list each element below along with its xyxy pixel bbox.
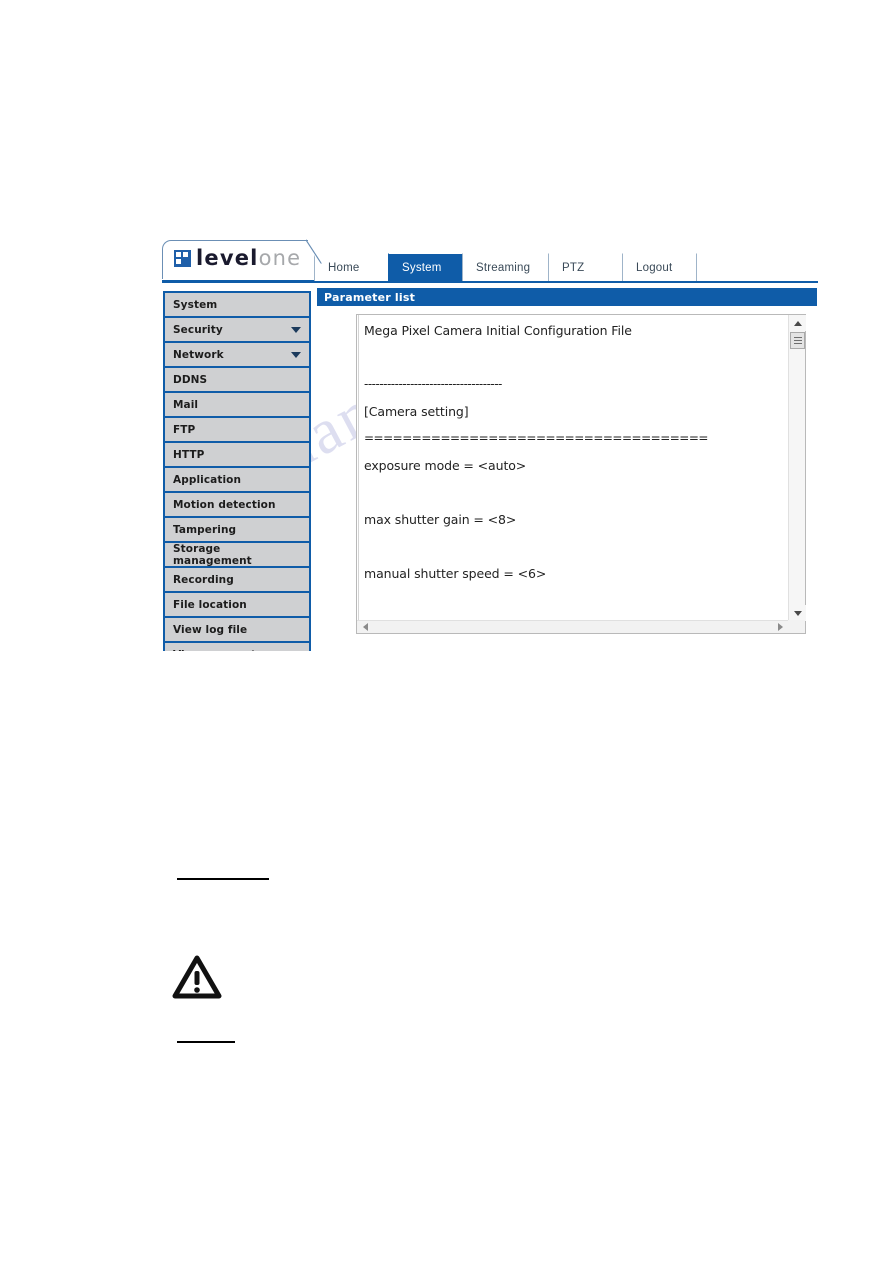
parameter-line: [Camera setting] — [364, 404, 469, 419]
tab-streaming-label: Streaming — [476, 261, 531, 274]
logo-tab-angled-edge — [306, 239, 332, 280]
scroll-down-arrow-icon[interactable] — [789, 605, 806, 621]
parameter-list-textarea[interactable]: Mega Pixel Camera Initial Configuration … — [356, 314, 806, 634]
camera-web-ui-screenshot: level one Home System Streaming PTZ Logo… — [162, 239, 818, 651]
sidebar-item-file-location[interactable]: File location — [165, 593, 309, 616]
scroll-up-arrow-icon[interactable] — [789, 315, 806, 331]
tab-system[interactable]: System — [388, 253, 462, 281]
sidebar-item-label: System — [173, 298, 218, 311]
scroll-left-arrow-icon[interactable] — [358, 621, 372, 633]
parameter-line: Mega Pixel Camera Initial Configuration … — [364, 323, 632, 338]
sidebar-item-view-parameter[interactable]: View parameter — [165, 643, 309, 651]
brand-name-light: one — [258, 246, 302, 270]
sidebar-item-application[interactable]: Application — [165, 468, 309, 491]
warning-triangle-exclamation-icon — [172, 955, 222, 999]
parameter-line — [364, 479, 786, 506]
parameter-line — [364, 344, 786, 371]
sidebar-item-label: DDNS — [173, 373, 208, 386]
sidebar-item-label: FTP — [173, 423, 196, 436]
vertical-scrollbar[interactable] — [788, 315, 806, 621]
sidebar-item-label: Network — [173, 348, 224, 361]
sidebar-item-label: Tampering — [173, 523, 237, 536]
sidebar-item-label: Mail — [173, 398, 199, 411]
tab-streaming[interactable]: Streaming — [462, 253, 548, 281]
horizontal-scrollbar[interactable] — [357, 620, 805, 633]
app-header: level one Home System Streaming PTZ Logo… — [162, 239, 818, 285]
parameter-line — [364, 587, 786, 614]
parameter-line: max shutter gain = <8> — [364, 512, 517, 527]
panel-title: Parameter list — [317, 288, 817, 306]
sidebar-item-tampering[interactable]: Tampering — [165, 518, 309, 541]
sidebar-item-view-log-file[interactable]: View log file — [165, 618, 309, 641]
parameter-list-text: Mega Pixel Camera Initial Configuration … — [358, 315, 786, 621]
brand-name-bold: level — [196, 246, 259, 270]
sidebar-item-ddns[interactable]: DDNS — [165, 368, 309, 391]
parameter-line: manual shutter speed = <6> — [364, 566, 547, 581]
parameter-line — [364, 533, 786, 560]
sidebar-item-mail[interactable]: Mail — [165, 393, 309, 416]
settings-sidebar: System Security Network DDNS Mail FTP HT… — [163, 291, 311, 651]
sidebar-item-recording[interactable]: Recording — [165, 568, 309, 591]
heading-underline-upper — [177, 878, 269, 880]
sidebar-item-label: Application — [173, 473, 242, 486]
parameter-line: ==================================== — [364, 431, 708, 445]
tab-logout-label: Logout — [636, 261, 673, 274]
levelone-pixel-square-icon — [174, 250, 191, 267]
sidebar-item-label: HTTP — [173, 448, 205, 461]
app-body: System Security Network DDNS Mail FTP HT… — [162, 285, 818, 651]
sidebar-item-security[interactable]: Security — [165, 318, 309, 341]
chevron-down-icon — [291, 352, 301, 358]
sidebar-item-label: Motion detection — [173, 498, 276, 511]
tab-ptz[interactable]: PTZ — [548, 253, 622, 281]
sidebar-item-motion-detection[interactable]: Motion detection — [165, 493, 309, 516]
sidebar-item-label: Recording — [173, 573, 234, 586]
tab-home-label: Home — [328, 261, 360, 274]
main-nav-tabs: Home System Streaming PTZ Logout — [314, 253, 818, 281]
sidebar-item-label: Security — [173, 323, 223, 336]
sidebar-item-label: File location — [173, 598, 247, 611]
tab-bar-filler — [696, 253, 818, 281]
sidebar-item-label: View log file — [173, 623, 248, 636]
sidebar-item-ftp[interactable]: FTP — [165, 418, 309, 441]
tab-system-label: System — [402, 261, 442, 274]
sidebar-item-label: Storage management — [173, 542, 252, 567]
scrollbar-corner — [788, 620, 805, 633]
content-panel: Parameter list Mega Pixel Camera Initial… — [317, 288, 817, 634]
vertical-scrollbar-thumb[interactable] — [790, 332, 805, 349]
sidebar-item-http[interactable]: HTTP — [165, 443, 309, 466]
header-spacer-bar — [162, 283, 818, 285]
tab-ptz-label: PTZ — [562, 261, 585, 274]
brand-logo[interactable]: level one — [174, 248, 301, 269]
scroll-right-arrow-icon[interactable] — [773, 621, 787, 633]
sidebar-item-label: View parameter — [173, 649, 269, 652]
heading-underline-lower — [177, 1041, 235, 1043]
tab-logout[interactable]: Logout — [622, 253, 696, 281]
sidebar-item-storage-management[interactable]: Storage management — [165, 542, 309, 567]
chevron-down-icon — [291, 327, 301, 333]
sidebar-item-network[interactable]: Network — [165, 343, 309, 366]
parameter-line: ------------------------------------ — [364, 377, 502, 391]
sidebar-item-system[interactable]: System — [165, 293, 309, 316]
parameter-line: exposure mode = <auto> — [364, 458, 527, 473]
